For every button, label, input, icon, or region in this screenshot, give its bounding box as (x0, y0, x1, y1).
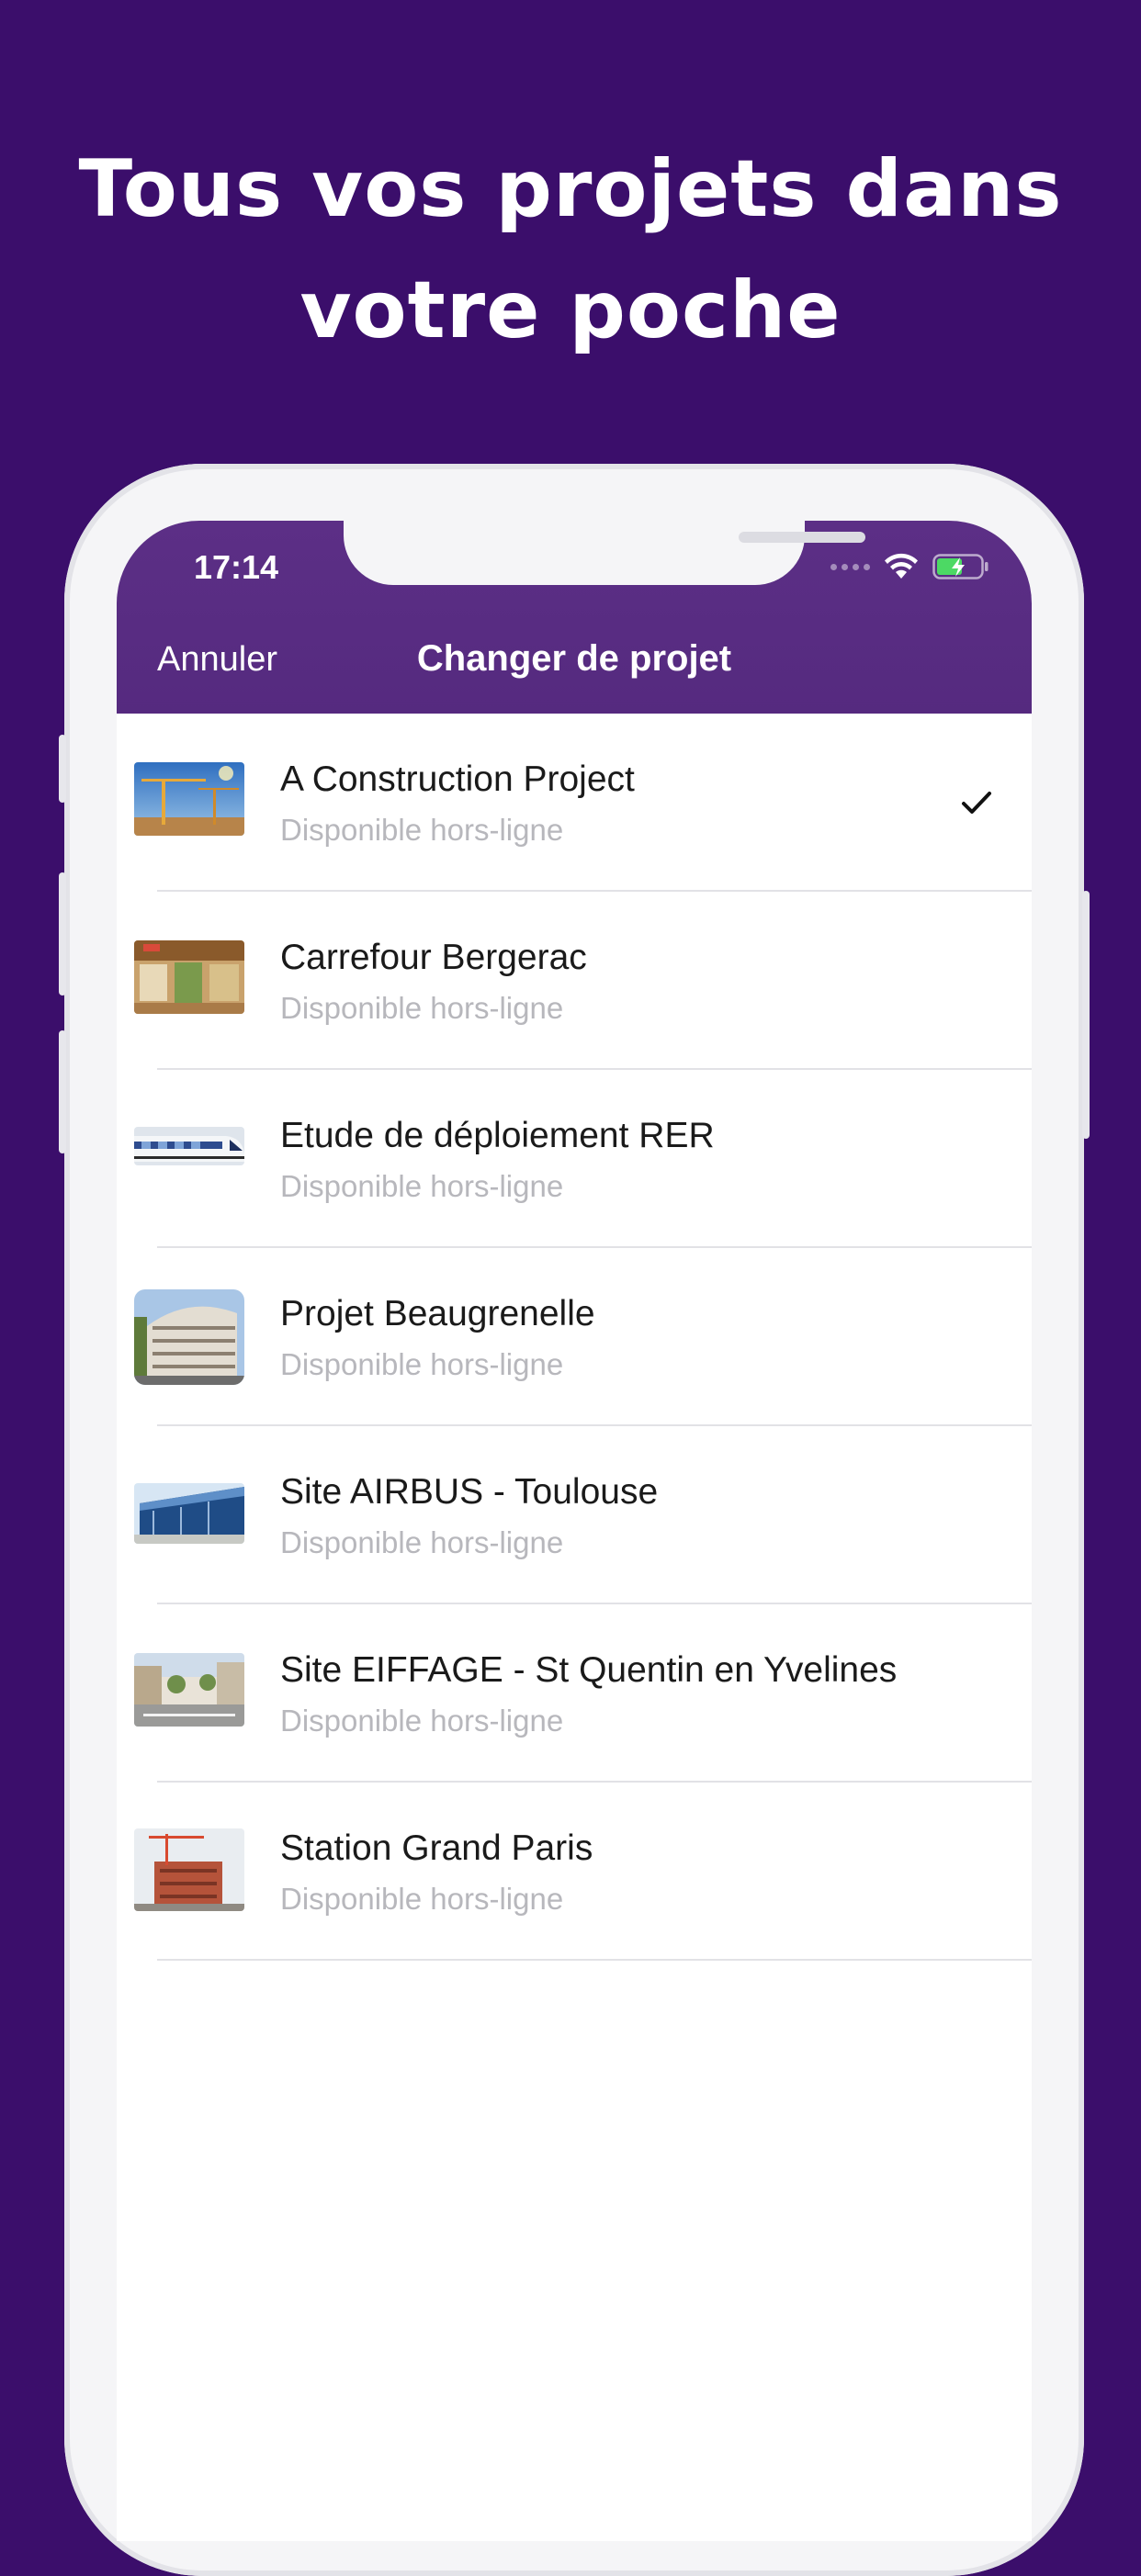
project-name: A Construction Project (280, 759, 635, 799)
supermarket-thumbnail (134, 940, 244, 1014)
headline-line-1: Tous vos projets dans (78, 143, 1063, 235)
phone-screen: 17:14 Annuler Changer de projet A Constr… (117, 521, 1032, 2541)
checkmark-icon (962, 792, 991, 814)
status-icons (830, 548, 989, 585)
phone-volume-down-button (59, 1030, 66, 1153)
train-thumbnail (134, 1127, 244, 1165)
project-list: A Construction Project Disponible hors-l… (117, 714, 1032, 1961)
project-row-etude-de-deploiement-rer[interactable]: Etude de déploiement RER Disponible hors… (117, 1070, 1032, 1248)
earpiece-speaker (739, 532, 865, 543)
project-row-projet-beaugrenelle[interactable]: Projet Beaugrenelle Disponible hors-lign… (117, 1248, 1032, 1426)
wifi-icon (885, 553, 918, 579)
project-status: Disponible hors-ligne (280, 1882, 564, 1916)
phone-volume-up-button (59, 872, 66, 996)
glass-office-thumbnail (134, 1483, 244, 1544)
project-name: Etude de déploiement RER (280, 1116, 715, 1155)
construction-cranes-thumbnail (134, 762, 244, 836)
street-thumbnail (134, 1653, 244, 1727)
marketing-headline: Tous vos projets dans votre poche (0, 129, 1141, 371)
phone-side-button (59, 735, 66, 803)
construction-site-thumbnail (134, 1828, 244, 1911)
project-row-site-airbus-toulouse[interactable]: Site AIRBUS - Toulouse Disponible hors-l… (117, 1426, 1032, 1604)
headline-line-2: votre poche (299, 264, 842, 356)
project-row-site-eiffage-st-quentin[interactable]: Site EIFFAGE - St Quentin en Yvelines Di… (117, 1604, 1032, 1783)
project-status: Disponible hors-ligne (280, 1704, 564, 1738)
project-name: Projet Beaugrenelle (280, 1294, 595, 1333)
building-thumbnail (134, 1289, 244, 1385)
phone-notch (344, 521, 865, 585)
project-name: Site EIFFAGE - St Quentin en Yvelines (280, 1650, 898, 1690)
battery-charging-icon (932, 554, 988, 579)
status-time: 17:14 (194, 548, 279, 586)
project-name: Carrefour Bergerac (280, 938, 587, 977)
project-status: Disponible hors-ligne (280, 991, 564, 1025)
navigation-bar: 17:14 Annuler Changer de projet (117, 521, 1032, 714)
project-status: Disponible hors-ligne (280, 813, 564, 847)
row-separator (157, 1959, 1032, 1961)
project-status: Disponible hors-ligne (280, 1169, 564, 1203)
project-row-carrefour-bergerac[interactable]: Carrefour Bergerac Disponible hors-ligne (117, 892, 1032, 1070)
project-row-station-grand-paris[interactable]: Station Grand Paris Disponible hors-lign… (117, 1783, 1032, 1961)
project-status: Disponible hors-ligne (280, 1525, 564, 1559)
project-row-a-construction-project[interactable]: A Construction Project Disponible hors-l… (117, 714, 1032, 892)
phone-power-button (1082, 891, 1090, 1139)
cellular-signal-icon (830, 563, 870, 570)
project-name: Station Grand Paris (280, 1828, 593, 1868)
project-status: Disponible hors-ligne (280, 1347, 564, 1381)
nav-title: Changer de projet (416, 638, 732, 679)
project-name: Site AIRBUS - Toulouse (280, 1472, 659, 1512)
